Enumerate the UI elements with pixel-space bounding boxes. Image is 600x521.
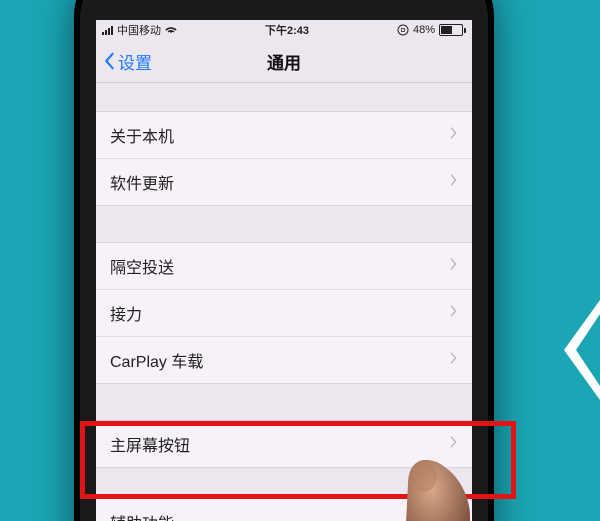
orientation-lock-icon <box>397 24 409 36</box>
back-button[interactable]: 设置 <box>102 49 152 74</box>
battery-icon <box>439 24 466 36</box>
row-airdrop[interactable]: 隔空投送 <box>96 243 472 290</box>
stage: 中国移动 下午2:43 48% 设置 通用 <box>0 0 600 521</box>
row-label: 软件更新 <box>110 170 174 194</box>
status-bar: 中国移动 下午2:43 48% <box>96 20 472 40</box>
row-software-update[interactable]: 软件更新 <box>96 159 472 205</box>
status-right: 48% <box>397 24 466 36</box>
chevron-right-icon <box>449 351 458 370</box>
chevron-right-icon <box>449 126 458 145</box>
settings-group-1: 关于本机 软件更新 <box>96 111 472 206</box>
chevron-right-icon <box>449 304 458 323</box>
chevron-right-icon <box>449 173 458 192</box>
decorative-accent <box>554 300 600 400</box>
row-carplay[interactable]: CarPlay 车载 <box>96 337 472 383</box>
page-title: 通用 <box>267 49 301 74</box>
row-home-button[interactable]: 主屏幕按钮 <box>96 421 472 467</box>
row-label: 关于本机 <box>110 123 174 147</box>
row-label: 接力 <box>110 301 142 325</box>
row-label: CarPlay 车载 <box>110 348 203 372</box>
row-accessibility[interactable]: 辅助功能 <box>96 499 472 521</box>
battery-percent: 48% <box>413 24 435 36</box>
row-handoff[interactable]: 接力 <box>96 290 472 337</box>
settings-group-2: 隔空投送 接力 CarPlay 车载 <box>96 242 472 384</box>
settings-group-4: 辅助功能 <box>96 498 472 521</box>
back-label: 设置 <box>118 49 152 74</box>
chevron-right-icon <box>449 257 458 276</box>
row-label: 隔空投送 <box>110 254 174 278</box>
chevron-right-icon <box>449 513 458 521</box>
status-left: 中国移动 <box>102 22 177 38</box>
phone-frame: 中国移动 下午2:43 48% 设置 通用 <box>74 0 494 521</box>
nav-bar: 设置 通用 <box>96 40 472 83</box>
status-time: 下午2:43 <box>265 22 309 38</box>
row-label: 主屏幕按钮 <box>110 432 190 456</box>
signal-icon <box>102 26 113 35</box>
phone-screen: 中国移动 下午2:43 48% 设置 通用 <box>96 20 472 521</box>
row-about[interactable]: 关于本机 <box>96 112 472 159</box>
settings-group-3: 主屏幕按钮 <box>96 420 472 468</box>
carrier-label: 中国移动 <box>117 22 161 38</box>
wifi-icon <box>165 24 177 36</box>
chevron-right-icon <box>449 435 458 454</box>
row-label: 辅助功能 <box>110 510 174 521</box>
chevron-left-icon <box>102 52 116 70</box>
